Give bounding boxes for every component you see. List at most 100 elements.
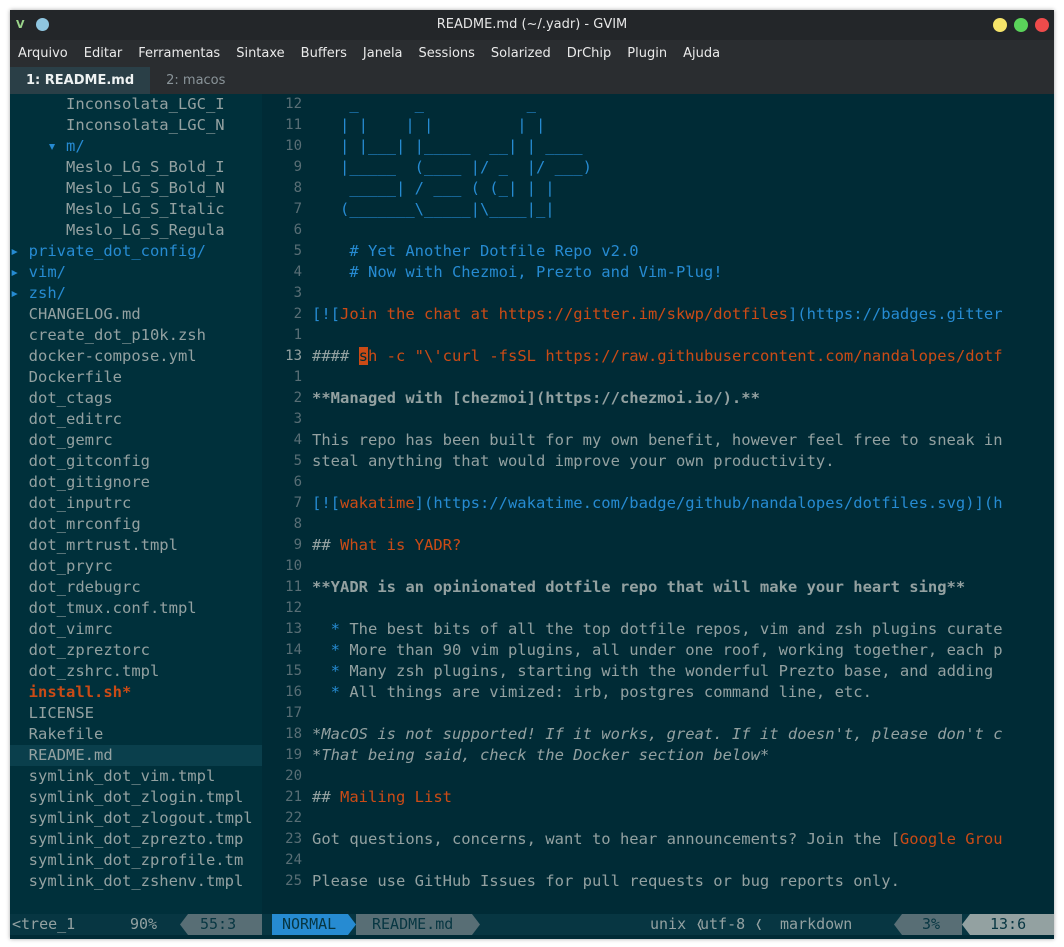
- buffer-line[interactable]: 20: [272, 766, 1054, 787]
- buffer-line[interactable]: 4 # Now with Chezmoi, Prezto and Vim-Plu…: [272, 262, 1054, 283]
- tree-file[interactable]: symlink_dot_zprezto.tmp: [10, 829, 262, 850]
- menu-plugin[interactable]: Plugin: [627, 46, 675, 61]
- buffer-line[interactable]: 12: [272, 598, 1054, 619]
- tree-file[interactable]: dot_zpreztorc: [10, 640, 262, 661]
- buffer-line[interactable]: 9 ## What is YADR?: [272, 535, 1054, 556]
- tab-macos[interactable]: 2: macos: [150, 67, 241, 94]
- tree-file[interactable]: docker-compose.yml: [10, 346, 262, 367]
- tree-file[interactable]: Dockerfile: [10, 367, 262, 388]
- tree-file[interactable]: create_dot_p10k.zsh: [10, 325, 262, 346]
- tab-readme[interactable]: 1: README.md: [10, 67, 151, 94]
- text-span: *: [312, 662, 350, 680]
- buffer-line[interactable]: 19 *That being said, check the Docker sec…: [272, 745, 1054, 766]
- tree-file[interactable]: symlink_dot_vim.tmpl: [10, 766, 262, 787]
- tree-file[interactable]: Meslo_LG_S_Regula: [10, 220, 262, 241]
- text-span: ](https://badges.gitter: [787, 305, 1003, 323]
- menu-buffers[interactable]: Buffers: [301, 46, 355, 61]
- buffer-line[interactable]: 15 * Many zsh plugins, starting with the…: [272, 661, 1054, 682]
- tree-file[interactable]: Inconsolata_LGC_N: [10, 115, 262, 136]
- buffer-readme[interactable]: 12 _ _ _ 11 | | | | | | 10 | |___| |_____ …: [272, 94, 1054, 914]
- buffer-line[interactable]: 8: [272, 514, 1054, 535]
- buffer-line[interactable]: 17: [272, 703, 1054, 724]
- buffer-line[interactable]: 9 |_____ (____ |/ _ |/ ___): [272, 157, 1054, 178]
- buffer-line[interactable]: 11 **YADR is an opinionated dotfile repo …: [272, 577, 1054, 598]
- tree-file[interactable]: dot_mrtrust.tmpl: [10, 535, 262, 556]
- menu-arquivo[interactable]: Arquivo: [18, 46, 76, 61]
- buffer-line[interactable]: 23 Got questions, concerns, want to hear …: [272, 829, 1054, 850]
- buffer-line[interactable]: 3: [272, 283, 1054, 304]
- buffer-line[interactable]: 2 [![Join the chat at https://gitter.im/s…: [272, 304, 1054, 325]
- tree-file[interactable]: dot_mrconfig: [10, 514, 262, 535]
- buffer-line[interactable]: 18 *MacOS is not supported! If it works, …: [272, 724, 1054, 745]
- buffer-line[interactable]: 25 Please use GitHub Issues for pull requ…: [272, 871, 1054, 892]
- tree-file[interactable]: dot_inputrc: [10, 493, 262, 514]
- menu-ajuda[interactable]: Ajuda: [683, 46, 728, 61]
- tree-file[interactable]: symlink_dot_zlogin.tmpl: [10, 787, 262, 808]
- tree-file[interactable]: dot_gemrc: [10, 430, 262, 451]
- vertical-split[interactable]: [262, 94, 272, 914]
- tree-file[interactable]: symlink_dot_zshenv.tmpl: [10, 871, 262, 892]
- buffer-line[interactable]: 21 ## Mailing List: [272, 787, 1054, 808]
- tree-file[interactable]: dot_zshrc.tmpl: [10, 661, 262, 682]
- buffer-line[interactable]: 24: [272, 850, 1054, 871]
- tree-file[interactable]: dot_gitignore: [10, 472, 262, 493]
- buffer-line[interactable]: 7 [![wakatime](https://wakatime.com/badge…: [272, 493, 1054, 514]
- buffer-line[interactable]: 12 _ _ _: [272, 94, 1054, 115]
- buffer-line[interactable]: 4 This repo has been built for my own ben…: [272, 430, 1054, 451]
- buffer-line[interactable]: 5 steal anything that would improve your …: [272, 451, 1054, 472]
- tree-file[interactable]: install.sh*: [10, 682, 262, 703]
- buffer-line[interactable]: 22: [272, 808, 1054, 829]
- buffer-line[interactable]: 1: [272, 367, 1054, 388]
- menu-sintaxe[interactable]: Sintaxe: [236, 46, 292, 61]
- tree-directory[interactable]: ▸ zsh/: [10, 283, 262, 304]
- tree-file[interactable]: dot_gitconfig: [10, 451, 262, 472]
- buffer-line[interactable]: 16 * All things are vimized: irb, postgr…: [272, 682, 1054, 703]
- tree-file[interactable]: README.md: [10, 745, 262, 766]
- buffer-line[interactable]: 13 #### sh -c "\'curl -fsSL https://raw.g…: [272, 346, 1054, 367]
- buffer-line[interactable]: 13 * The best bits of all the top dotfil…: [272, 619, 1054, 640]
- menu-solarized[interactable]: Solarized: [491, 46, 559, 61]
- buffer-line[interactable]: 8 _____| / ___ ( (_| | |: [272, 178, 1054, 199]
- buffer-line[interactable]: 1: [272, 325, 1054, 346]
- buffer-line[interactable]: 10 | |___| |_____ __| | ____: [272, 136, 1054, 157]
- buffer-line[interactable]: 6: [272, 472, 1054, 493]
- tree-file[interactable]: dot_ctags: [10, 388, 262, 409]
- tree-file[interactable]: symlink_dot_zlogout.tmpl: [10, 808, 262, 829]
- buffer-line[interactable]: 5 # Yet Another Dotfile Repo v2.0: [272, 241, 1054, 262]
- tree-file[interactable]: Meslo_LG_S_Bold_N: [10, 178, 262, 199]
- menu-janela[interactable]: Janela: [363, 46, 411, 61]
- tree-file[interactable]: dot_tmux.conf.tmpl: [10, 598, 262, 619]
- buffer-line[interactable]: 6: [272, 220, 1054, 241]
- menu-drchip[interactable]: DrChip: [567, 46, 620, 61]
- tree-directory[interactable]: ▸ private_dot_config/: [10, 241, 262, 262]
- tree-directory[interactable]: ▸ vim/: [10, 262, 262, 283]
- close-button[interactable]: [1035, 18, 1049, 32]
- file-tree[interactable]: Inconsolata_LGC_I Inconsolata_LGC_N ▾ m/…: [10, 94, 262, 914]
- tree-file[interactable]: LICENSE: [10, 703, 262, 724]
- tree-file[interactable]: dot_editrc: [10, 409, 262, 430]
- line-text: **YADR is an opinionated dotfile repo th…: [312, 577, 965, 598]
- tree-file[interactable]: CHANGELOG.md: [10, 304, 262, 325]
- maximize-button[interactable]: [1014, 18, 1028, 32]
- tree-file[interactable]: Meslo_LG_S_Italic: [10, 199, 262, 220]
- minimize-button[interactable]: [993, 18, 1007, 32]
- buffer-line[interactable]: 14 * More than 90 vim plugins, all under…: [272, 640, 1054, 661]
- tree-file[interactable]: symlink_dot_zprofile.tm: [10, 850, 262, 871]
- tree-file[interactable]: dot_pryrc: [10, 556, 262, 577]
- buffer-line[interactable]: 10: [272, 556, 1054, 577]
- menu-ferramentas[interactable]: Ferramentas: [138, 46, 228, 61]
- line-number: 2: [293, 390, 302, 406]
- tree-file[interactable]: dot_rdebugrc: [10, 577, 262, 598]
- tree-file[interactable]: Meslo_LG_S_Bold_I: [10, 157, 262, 178]
- menu-editar[interactable]: Editar: [84, 46, 131, 61]
- buffer-line[interactable]: 2 **Managed with [chezmoi](https://chezmo…: [272, 388, 1054, 409]
- buffer-line[interactable]: 3: [272, 409, 1054, 430]
- tree-file[interactable]: Rakefile: [10, 724, 262, 745]
- line-number: 8: [293, 516, 302, 532]
- tree-file[interactable]: Inconsolata_LGC_I: [10, 94, 262, 115]
- menu-sessions[interactable]: Sessions: [419, 46, 483, 61]
- buffer-line[interactable]: 7 (_______\_____|\____|_|: [272, 199, 1054, 220]
- tree-directory[interactable]: ▾ m/: [10, 136, 262, 157]
- buffer-line[interactable]: 11 | | | | | |: [272, 115, 1054, 136]
- tree-file[interactable]: dot_vimrc: [10, 619, 262, 640]
